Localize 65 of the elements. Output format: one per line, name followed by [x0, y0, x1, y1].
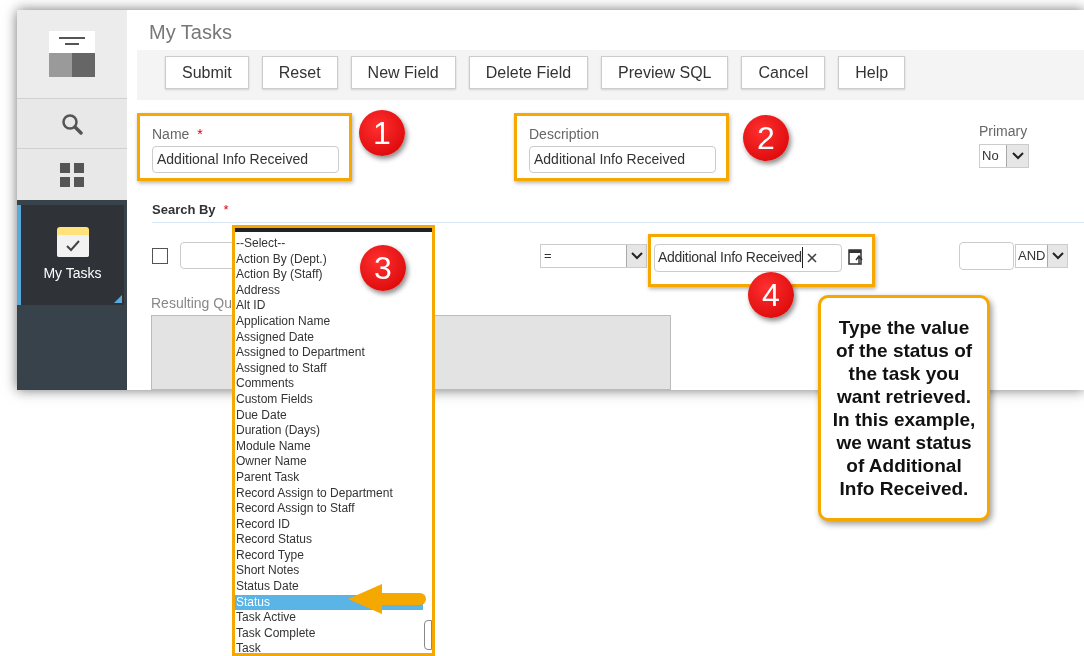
dropdown-option[interactable]: Task Complete — [235, 625, 316, 642]
page-title: My Tasks — [148, 20, 233, 45]
toolbar-button[interactable]: Cancel — [741, 56, 826, 90]
logo-icon — [49, 31, 95, 77]
dropdown-list[interactable] — [232, 225, 435, 656]
clear-icon[interactable] — [806, 252, 817, 263]
dropdown-option[interactable]: Custom Fields — [235, 391, 313, 408]
dropdown-option[interactable]: Module Name — [235, 438, 311, 455]
dropdown-option[interactable]: Address — [235, 282, 281, 299]
apps-nav-item[interactable] — [17, 148, 127, 200]
dropdown-option[interactable]: Action By (Dept.) — [235, 251, 327, 268]
dropdown-option[interactable]: Assigned Date — [235, 329, 315, 346]
dropdown-option[interactable]: Record Assign to Staff — [235, 501, 355, 517]
scrollbar-thumb[interactable] — [424, 620, 432, 650]
join-select[interactable]: AND — [1015, 243, 1068, 268]
search-nav-item[interactable] — [17, 98, 127, 148]
dropdown-option[interactable]: Status Date — [235, 579, 299, 595]
dropdown-option[interactable]: Owner Name — [235, 454, 307, 470]
toolbar-button[interactable]: Preview SQL — [601, 56, 729, 90]
dropdown-option[interactable]: Task — [235, 641, 261, 653]
dropdown-option[interactable]: Short Notes — [235, 563, 300, 580]
chevron-down-icon — [1011, 151, 1024, 160]
dropdown-option[interactable]: Application Name — [235, 313, 331, 330]
toolbar-button[interactable]: Reset — [261, 56, 338, 90]
dropdown-option[interactable]: Duration (Days) — [235, 423, 321, 439]
required-asterisk: * — [223, 201, 229, 217]
dropdown-option[interactable]: Assigned to Department — [235, 345, 365, 361]
dropdown-option[interactable]: Due Date — [235, 407, 287, 424]
required-asterisk: * — [197, 124, 203, 144]
dropdown-option[interactable]: Task Active — [235, 610, 297, 626]
dropdown-option[interactable]: Record Type — [235, 547, 304, 564]
description-label: Description — [529, 124, 600, 144]
primary-select[interactable]: No — [979, 143, 1029, 168]
toolbar-button[interactable]: Delete Field — [468, 56, 589, 90]
dropdown-option[interactable]: Comments — [235, 376, 294, 392]
dropdown-option[interactable]: Record Status — [235, 532, 313, 548]
resulting-query-label: Resulting Qu — [151, 294, 232, 311]
toolbar-button[interactable]: Submit — [165, 56, 249, 90]
dropdown-option[interactable]: Alt ID — [235, 298, 266, 314]
tasks-nav-item[interactable]: My Tasks — [17, 205, 124, 305]
callout-text: Type the value of the status of the task you want retrieved. In this example, we want status of Additional Info Received. — [818, 295, 990, 521]
dropdown-option[interactable]: Record ID — [235, 516, 291, 533]
dropdown-option[interactable]: Record Assign to Department — [235, 485, 393, 502]
grid-icon — [60, 162, 84, 187]
checkbox[interactable] — [152, 247, 168, 264]
chevron-down-icon — [630, 251, 643, 260]
toolbar-button[interactable]: New Field — [350, 56, 456, 90]
corner-mark-icon — [114, 295, 122, 303]
number-input[interactable] — [959, 241, 1014, 270]
search-icon — [61, 112, 83, 135]
lookup-icon[interactable] — [848, 248, 865, 265]
task-icon — [56, 226, 89, 257]
dropdown-option[interactable]: Action By (Staff) — [235, 267, 323, 283]
operator-select[interactable]: = — [540, 243, 647, 268]
value-field[interactable]: Additional Info Received — [654, 243, 842, 272]
primary-label: Primary — [979, 121, 1029, 141]
search-by-label: Search By — [152, 201, 216, 217]
dropdown-option[interactable]: --Select-- — [235, 236, 286, 252]
dropdown-option[interactable]: Parent Task — [235, 469, 300, 486]
name-field[interactable]: Additional Info Received — [152, 145, 339, 173]
toolbar-button[interactable]: Help — [838, 56, 906, 90]
dropdown-option[interactable]: Assigned to Staff — [235, 360, 327, 377]
description-field[interactable]: Additional Info Received — [529, 145, 716, 173]
name-label: Name — [152, 124, 190, 144]
chevron-down-icon — [1051, 251, 1064, 260]
